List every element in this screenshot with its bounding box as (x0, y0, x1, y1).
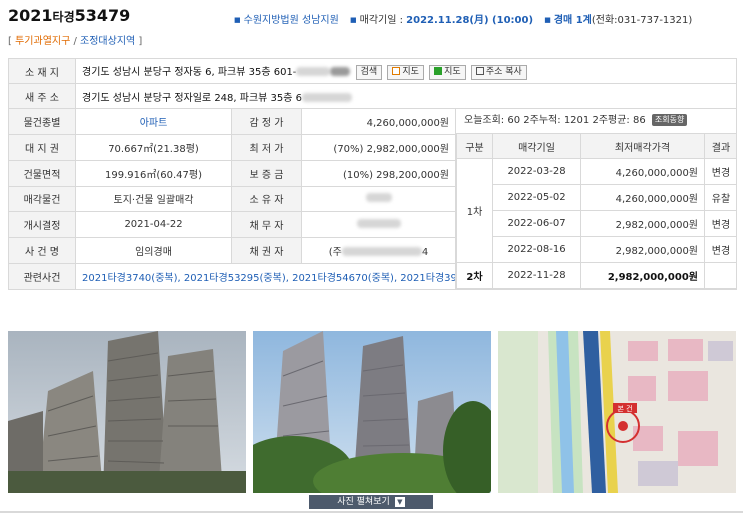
creditor-value: (주 4 (301, 237, 456, 265)
deposit-value: (10%) 298,200,000원 (301, 159, 456, 187)
label-owner: 소 유 자 (231, 185, 302, 213)
map-icon (392, 66, 401, 75)
photo-apartment-1[interactable] (8, 331, 246, 493)
label-start-decision: 개시결정 (8, 211, 76, 239)
row-location: 소 재 지 경기도 성남시 분당구 정자동 6, 파크뷰 35층 601- 검색… (8, 58, 737, 84)
label-related-cases: 관련사건 (8, 263, 76, 290)
view-stats: 오늘조회: 60 2주누적: 1201 2주평균: 86 조회동향 (457, 110, 736, 134)
chevron-down-icon: ▼ (394, 497, 405, 507)
bullet-icon: ■ (234, 16, 241, 24)
table-row: 2022-06-07 2,982,000,000원 변경 (457, 210, 736, 237)
label-building-area: 건물면적 (8, 159, 76, 187)
redacted-text (302, 92, 353, 102)
row-new-address: 새 주 소 경기도 성남시 분당구 정자일로 248, 파크뷰 35층 6 (8, 83, 737, 109)
case-number: 2021타경53479 (8, 6, 131, 25)
label-new-address: 새 주 소 (8, 83, 76, 109)
redacted-text (365, 193, 392, 203)
copy-address-button[interactable]: 주소 복사 (470, 64, 527, 80)
case-name-value: 임의경매 (75, 237, 232, 265)
redacted-text (296, 66, 331, 76)
case-header: 2021타경53479 ■ 수원지방법원 성남지원 ■ 매각기일 : 2022.11… (8, 6, 736, 28)
sale-date: 2022.11.28(月) (10:00) (406, 15, 534, 26)
tag-adjustment-zone: 조정대상지역 (80, 36, 136, 47)
auction-history-panel: 오늘조회: 60 2주누적: 1201 2주평균: 86 조회동향 구분 매각기… (455, 108, 737, 290)
history-header-row: 구분 매각기일 최저매각가격 결과 (456, 133, 736, 159)
start-decision-value: 2021-04-22 (75, 211, 232, 239)
court-name: 수원지방법원 성남지원 (243, 15, 339, 26)
court-dept: 경매 1계 (553, 15, 592, 26)
label-case-name: 사 건 명 (8, 237, 76, 265)
table-row: 2022-08-16 2,982,000,000원 변경 (457, 236, 736, 263)
owner-value (301, 185, 456, 213)
label-deposit: 보 증 금 (231, 159, 302, 187)
debtor-value (301, 211, 456, 239)
label-location: 소 재 지 (8, 58, 76, 84)
tag-speculation-zone: 투기과열지구 (15, 36, 71, 47)
row-property-type: 물건종별 아파트 감 정 가 4,260,000,000원 오늘조회: 60 2… (8, 108, 737, 290)
copy-icon (475, 66, 484, 75)
land-rights-value: 70.667㎡(21.38평) (75, 133, 232, 161)
building-area-value: 199.916㎡(60.47평) (75, 159, 232, 187)
map-icon (434, 66, 443, 75)
photo-strip: 본 건 (8, 331, 736, 493)
photo-apartment-2[interactable] (253, 331, 491, 493)
label-land-rights: 대 지 권 (8, 133, 76, 161)
map-button-1[interactable]: 지도 (387, 64, 424, 80)
bullet-icon: ■ (544, 16, 551, 24)
table-row: 1차 2022-03-28 4,260,000,000원 변경 (456, 158, 736, 263)
appraisal-value: 4,260,000,000원 (301, 108, 456, 135)
view-log-button[interactable]: 조회동향 (651, 114, 688, 126)
more-photos-button[interactable]: 사진 펼쳐보기 ▼ (309, 495, 433, 509)
round-label: 2차 (456, 262, 493, 289)
min-price-value: (70%) 2,982,000,000원 (301, 133, 456, 161)
zone-tags: [ 투기과열지구 / 조정대상지역 ] (8, 36, 143, 47)
label-creditor: 채 권 자 (231, 237, 302, 265)
label-appraisal: 감 정 가 (231, 108, 302, 135)
label-min-price: 최 저 가 (231, 133, 302, 161)
location-value: 경기도 성남시 분당구 정자동 6, 파크뷰 35층 601- (82, 66, 297, 78)
bullet-icon: ■ (350, 16, 357, 24)
auction-history-table: 구분 매각기일 최저매각가격 결과 1차 2022-03-28 4,260,00… (456, 133, 736, 289)
map-pin-label: 본 건 (617, 404, 632, 413)
table-row: 2차 2022-11-28 2,982,000,000원 (456, 262, 736, 289)
case-info: ■ 수원지방법원 성남지원 ■ 매각기일 : 2022.11.28(月) (10:0… (234, 15, 693, 26)
photo-location-map[interactable]: 본 건 (498, 331, 736, 493)
label-debtor: 채 무 자 (231, 211, 302, 239)
map-button-2[interactable]: 지도 (429, 64, 466, 80)
round-label: 1차 (456, 158, 493, 263)
table-row: 2022-05-02 4,260,000,000원 유찰 (457, 184, 736, 211)
new-address-value: 경기도 성남시 분당구 정자일로 248, 파크뷰 35층 6 (82, 92, 303, 104)
search-button[interactable]: 검색 (355, 64, 383, 80)
label-property-type: 물건종별 (8, 108, 76, 135)
redacted-text (356, 219, 401, 229)
sale-object-value: 토지·건물 일괄매각 (75, 185, 232, 213)
label-sale-object: 매각물건 (8, 185, 76, 213)
property-info-table: 소 재 지 경기도 성남시 분당구 정자동 6, 파크뷰 35층 601- 검색… (8, 58, 737, 290)
redacted-text (330, 66, 351, 76)
redacted-text (341, 247, 422, 257)
court-phone: (전화:031-737-1321) (591, 15, 693, 26)
property-type-value[interactable]: 아파트 (75, 108, 232, 135)
related-cases-value[interactable]: 2021타경3740(중복), 2021타경53295(중복), 2021타경5… (75, 263, 456, 290)
